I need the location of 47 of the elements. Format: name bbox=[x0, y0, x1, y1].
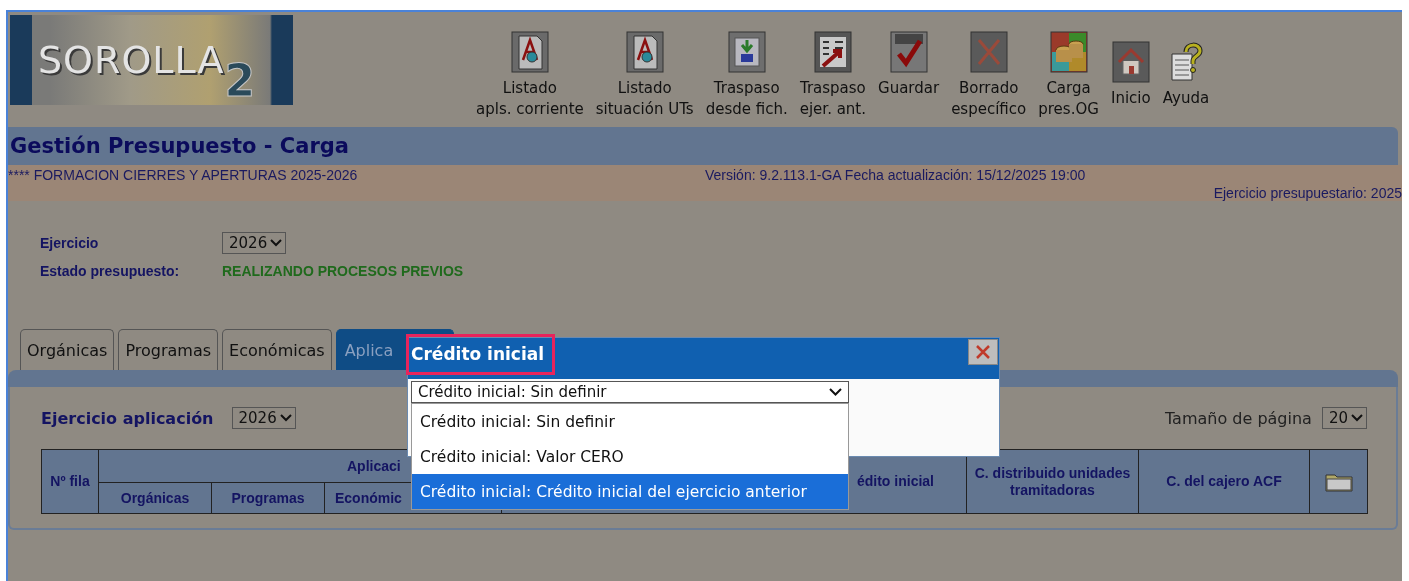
toolbar-button[interactable]: Ayuda bbox=[1162, 88, 1210, 109]
course-name: **** FORMACION CIERRES Y APERTURAS 2025-2026 bbox=[8, 167, 358, 183]
tab[interactable]: Programas bbox=[118, 329, 219, 370]
application-year-label: Ejercicio aplicación bbox=[41, 408, 214, 428]
toolbar-button[interactable]: Traspaso ejer. ant. bbox=[799, 78, 867, 120]
status-value: REALIZANDO PROCESOS PREVIOS bbox=[222, 263, 464, 279]
toolbar-button[interactable]: Guardar bbox=[878, 78, 940, 99]
dialog-title: Crédito inicial bbox=[406, 334, 556, 375]
coins-icon[interactable] bbox=[1048, 30, 1089, 74]
page-title: Gestión Presupuesto - Carga bbox=[10, 134, 349, 158]
page-size-select[interactable]: 20 bbox=[1321, 407, 1367, 429]
folder-icon[interactable] bbox=[1324, 471, 1353, 492]
toolbar-button[interactable]: Carga pres.OG bbox=[1038, 78, 1099, 120]
document-magnifier-icon[interactable] bbox=[509, 30, 550, 74]
credit-select[interactable]: Crédito inicial: Sin definir bbox=[411, 381, 849, 403]
tab[interactable]: Económicas bbox=[222, 329, 332, 370]
year-label: Ejercicio bbox=[40, 235, 100, 251]
toolbar-button[interactable]: Listado situación UTs bbox=[595, 78, 694, 120]
close-icon bbox=[974, 343, 992, 361]
cross-icon[interactable] bbox=[968, 30, 1009, 74]
column-header: C. distribuido unidades tramitadoras bbox=[966, 449, 1139, 514]
close-button[interactable] bbox=[968, 339, 998, 365]
page-size-label: Tamaño de página bbox=[1164, 408, 1312, 428]
column-header: Programas bbox=[211, 482, 325, 514]
chevron-down-icon bbox=[829, 388, 842, 396]
document-magnifier-icon[interactable] bbox=[624, 30, 665, 74]
toolbar-button[interactable]: Inicio bbox=[1111, 88, 1151, 109]
column-header: C. del cajero ACF bbox=[1138, 449, 1310, 514]
chevron-down-icon bbox=[270, 239, 283, 247]
version-text: Versión: 9.2.113.1-GA Fecha actualización: 15/12/2025 19:00 bbox=[705, 167, 1086, 183]
column-header: Nº fila bbox=[41, 449, 99, 514]
toolbar-button[interactable]: Traspaso desde fich. bbox=[705, 78, 788, 120]
arrow-list-icon[interactable] bbox=[812, 30, 853, 74]
chevron-down-icon bbox=[1351, 414, 1363, 422]
status-label: Estado presupuesto: bbox=[40, 263, 181, 279]
application-year-select[interactable]: 2026 bbox=[231, 407, 296, 429]
tab[interactable]: Orgánicas bbox=[20, 329, 115, 370]
dropdown-option[interactable]: Crédito inicial: Sin definir bbox=[412, 404, 848, 439]
toolbar-button[interactable]: Borrado específico bbox=[951, 78, 1027, 120]
chevron-down-icon bbox=[279, 414, 292, 422]
dropdown-option[interactable]: Crédito inicial: Crédito inicial del ejercicio anterior bbox=[412, 474, 848, 509]
budget-year-text: Ejercicio presupuestario: 2025 bbox=[1213, 185, 1402, 201]
year-select[interactable]: 2026 bbox=[222, 232, 287, 254]
checkmark-icon[interactable] bbox=[888, 30, 929, 74]
home-icon[interactable] bbox=[1110, 40, 1151, 84]
column-header: Orgánicas bbox=[98, 482, 212, 514]
toolbar-button[interactable]: Listado apls. corriente bbox=[476, 78, 584, 120]
